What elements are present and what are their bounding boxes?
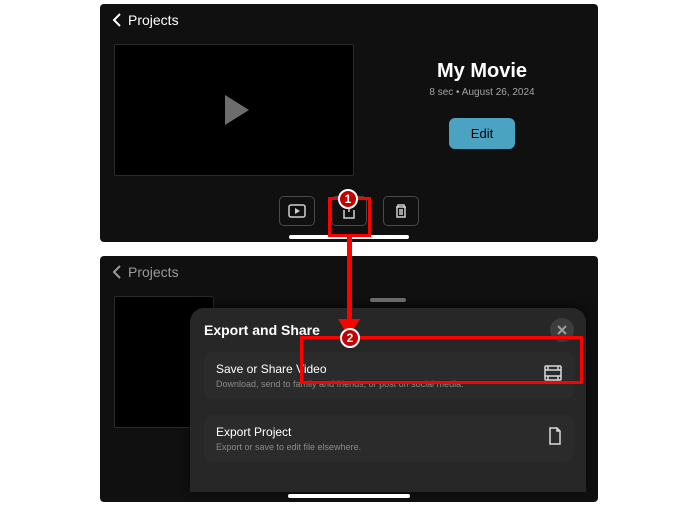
share-sheet-screen: Projects Export and Share Save or Share … <box>100 256 598 502</box>
sheet-title: Export and Share <box>204 322 320 338</box>
home-indicator <box>288 494 410 498</box>
row-label: Save or Share Video <box>216 362 464 376</box>
play-icon <box>225 95 249 125</box>
trash-icon <box>393 203 409 219</box>
delete-button[interactable] <box>383 196 419 226</box>
sheet-header: Export and Share <box>190 308 586 342</box>
row-desc: Download, send to family and friends, or… <box>216 379 464 389</box>
stage: { "top": { "back_label": "Projects", "mo… <box>0 0 700 511</box>
bottom-header: Projects <box>100 256 598 288</box>
project-subtitle: 8 sec • August 26, 2024 <box>429 87 534 98</box>
close-icon <box>556 324 568 336</box>
close-button[interactable] <box>550 318 574 342</box>
chevron-left-icon <box>110 12 126 28</box>
back-button[interactable]: Projects <box>110 12 179 28</box>
row-desc: Export or save to edit file elsewhere. <box>216 442 361 452</box>
project-screen: Projects My Movie 8 sec • August 26, 202… <box>100 4 598 242</box>
back-label: Projects <box>128 264 179 280</box>
sheet-grabber[interactable] <box>370 298 406 302</box>
video-thumbnail[interactable] <box>114 44 354 176</box>
film-icon <box>544 365 562 386</box>
play-button[interactable] <box>279 196 315 226</box>
row-text: Save or Share Video Download, send to fa… <box>216 362 464 389</box>
project-title: My Movie <box>437 60 527 83</box>
save-share-video-row[interactable]: Save or Share Video Download, send to fa… <box>204 352 574 399</box>
share-button[interactable] <box>331 196 367 226</box>
back-button[interactable]: Projects <box>110 264 179 280</box>
row-text: Export Project Export or save to edit fi… <box>216 425 361 452</box>
action-button-row <box>100 196 598 226</box>
top-header: Projects <box>100 4 598 36</box>
home-indicator <box>289 235 409 239</box>
play-rect-icon <box>288 204 306 218</box>
export-project-row[interactable]: Export Project Export or save to edit fi… <box>204 415 574 462</box>
project-body: My Movie 8 sec • August 26, 2024 Edit <box>100 36 598 176</box>
back-label: Projects <box>128 12 179 28</box>
project-meta: My Movie 8 sec • August 26, 2024 Edit <box>380 44 584 176</box>
row-label: Export Project <box>216 425 361 439</box>
chevron-left-icon <box>110 264 126 280</box>
file-icon <box>548 427 562 450</box>
edit-button[interactable]: Edit <box>449 118 515 149</box>
share-icon <box>341 202 357 220</box>
export-share-sheet: Export and Share Save or Share Video Dow… <box>190 308 586 492</box>
